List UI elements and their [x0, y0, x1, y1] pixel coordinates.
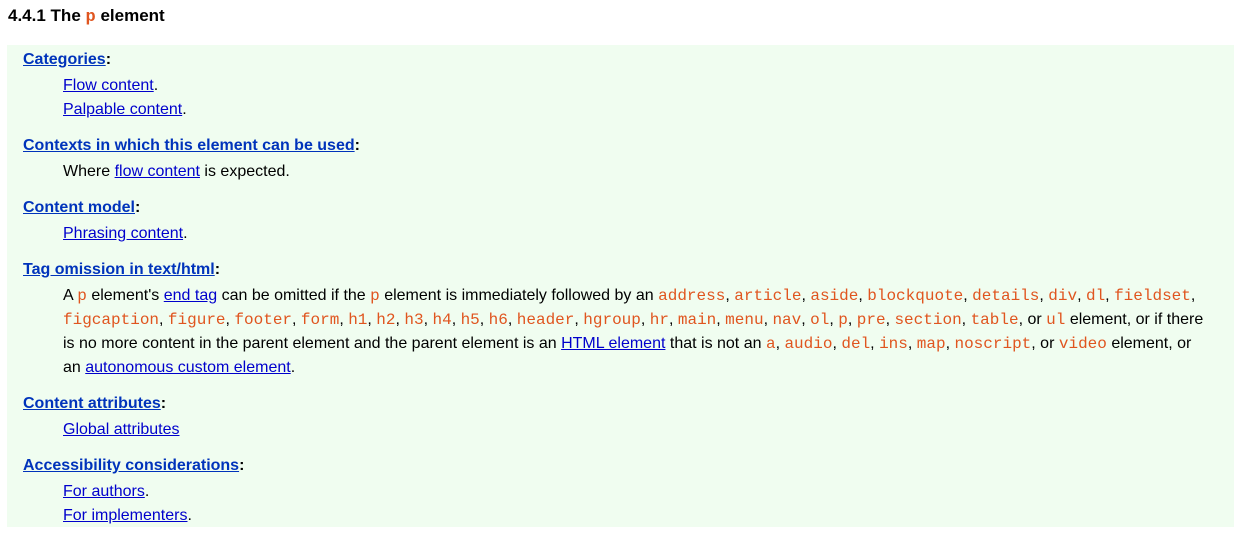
element-code-ul: ul	[1046, 311, 1066, 329]
element-code-details: details	[972, 287, 1040, 305]
content-attributes-group: Content attributes: Global attributes	[23, 392, 1234, 442]
or-word: or	[1040, 335, 1055, 352]
element-code-audio: audio	[784, 335, 833, 353]
element-code-h3: h3	[404, 311, 424, 329]
element-code-h2: h2	[376, 311, 396, 329]
autonomous-custom-element-link[interactable]: autonomous custom element	[85, 359, 290, 376]
tag-omission-group: Tag omission in text/html: A p element's…	[23, 258, 1234, 380]
page-title: 4.4.1 The p element	[8, 6, 165, 28]
contexts-group: Contexts in which this element can be us…	[23, 134, 1234, 184]
tag-omission-description: A p element's end tag can be omitted if …	[63, 287, 1204, 376]
heading-tag: p	[85, 8, 96, 27]
text-a: A	[63, 287, 73, 304]
accessibility-link[interactable]: Accessibility considerations	[23, 457, 239, 474]
categories-item: Flow content.	[63, 77, 159, 94]
element-code-form: form	[300, 311, 340, 329]
heading-the: The	[50, 6, 81, 25]
contexts-prefix: Where	[63, 163, 111, 180]
contexts-description: Where flow content is expected.	[63, 160, 1234, 184]
for-implementers-link[interactable]: For implementers	[63, 507, 187, 524]
accessibility-item: For authors.	[63, 483, 150, 500]
element-code-figure: figure	[167, 311, 226, 329]
element-code-article: article	[734, 287, 802, 305]
section-number: 4.4.1	[8, 6, 46, 25]
categories-term: Categories:	[23, 51, 112, 68]
element-code-h6: h6	[488, 311, 508, 329]
categories-group: Categories: Flow content. Palpable conte…	[23, 48, 1234, 122]
element-code-div: div	[1048, 287, 1078, 305]
flow-content-link[interactable]: Flow content	[63, 77, 154, 94]
text-elements: element's	[91, 287, 160, 304]
element-code-footer: footer	[234, 311, 293, 329]
accessibility-group: Accessibility considerations: For author…	[23, 454, 1234, 528]
element-code-p: p	[838, 311, 848, 329]
element-code-header: header	[516, 311, 575, 329]
categories-item: Palpable content.	[63, 101, 187, 118]
tag-omission-link[interactable]: Tag omission in text/html	[23, 261, 215, 278]
phrasing-content-link[interactable]: Phrasing content	[63, 225, 183, 242]
element-definition-box: Categories: Flow content. Palpable conte…	[7, 45, 1234, 527]
element-code-h4: h4	[432, 311, 452, 329]
element-code-main: main	[677, 311, 717, 329]
element-code-ol: ol	[810, 311, 830, 329]
accessibility-item: For implementers.	[63, 507, 192, 524]
palpable-content-link[interactable]: Palpable content	[63, 101, 182, 118]
content-model-group: Content model: Phrasing content.	[23, 196, 1234, 246]
heading-element-word: element	[100, 6, 165, 25]
p-code: p	[370, 287, 380, 305]
content-model-link[interactable]: Content model	[23, 199, 135, 216]
or-word: or	[1027, 311, 1042, 328]
content-attributes-term: Content attributes:	[23, 395, 167, 412]
element-code-a: a	[765, 335, 776, 353]
excluded-elements-list: a, audio, del, ins, map, noscript, or vi…	[765, 335, 1107, 353]
contexts-term: Contexts in which this element can be us…	[23, 137, 360, 154]
text-not-an: that is not an	[669, 335, 762, 352]
tag-omission-term: Tag omission in text/html:	[23, 261, 221, 278]
element-code-noscript: noscript	[954, 335, 1032, 353]
categories-link[interactable]: Categories	[23, 51, 106, 68]
element-code-nav: nav	[772, 311, 802, 329]
html-element-link[interactable]: HTML element	[561, 335, 665, 352]
element-code-section: section	[894, 311, 962, 329]
element-code-table: table	[970, 311, 1019, 329]
end-tag-link[interactable]: end tag	[164, 287, 217, 304]
text-followed: element is immediately followed by an	[384, 287, 654, 304]
element-code-address: address	[658, 287, 726, 305]
element-code-pre: pre	[856, 311, 886, 329]
element-code-aside: aside	[810, 287, 859, 305]
accessibility-term: Accessibility considerations:	[23, 457, 245, 474]
element-code-figcaption: figcaption	[63, 311, 160, 329]
element-code-blockquote: blockquote	[867, 287, 964, 305]
element-code-video: video	[1058, 335, 1107, 353]
content-model-item: Phrasing content.	[63, 225, 188, 242]
element-code-dl: dl	[1085, 287, 1106, 305]
definition-list: Categories: Flow content. Palpable conte…	[23, 48, 1234, 528]
content-attributes-item: Global attributes	[63, 418, 1234, 442]
content-attributes-link[interactable]: Content attributes	[23, 395, 161, 412]
element-code-fieldset: fieldset	[1114, 287, 1191, 305]
text-omitted: can be omitted if the	[221, 287, 366, 304]
flow-content-context-link[interactable]: flow content	[115, 163, 200, 180]
contexts-suffix: is expected.	[204, 163, 290, 180]
element-code-hgroup: hgroup	[583, 311, 641, 329]
element-code-ins: ins	[879, 335, 908, 353]
element-code-hr: hr	[649, 311, 669, 329]
p-code: p	[77, 287, 87, 305]
global-attributes-link[interactable]: Global attributes	[63, 421, 180, 438]
element-code-map: map	[916, 335, 946, 353]
element-code-h1: h1	[348, 311, 368, 329]
element-code-h5: h5	[460, 311, 480, 329]
content-model-term: Content model:	[23, 199, 141, 216]
contexts-link[interactable]: Contexts in which this element can be us…	[23, 137, 355, 154]
element-code-del: del	[841, 335, 871, 353]
element-code-menu: menu	[725, 311, 764, 329]
for-authors-link[interactable]: For authors	[63, 483, 145, 500]
